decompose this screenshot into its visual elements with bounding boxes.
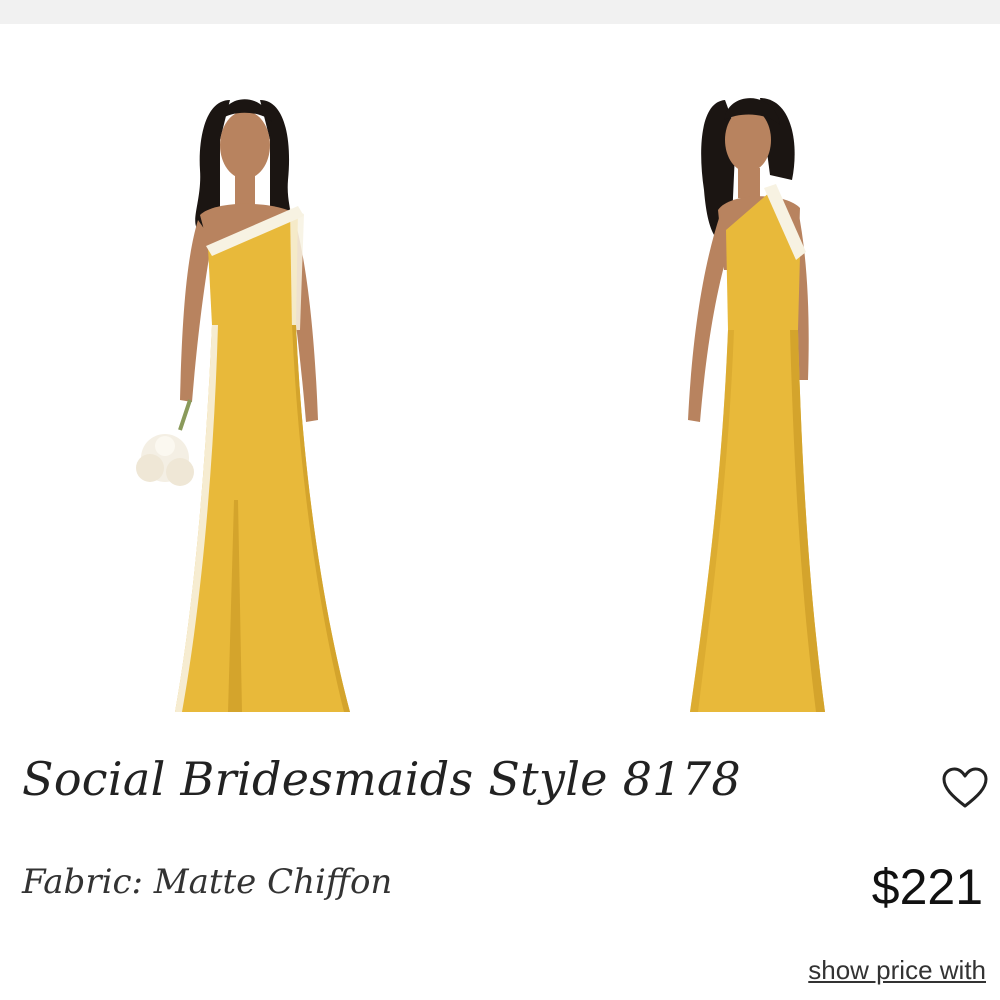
- show-price-link[interactable]: show price with: [808, 955, 986, 986]
- product-image-front[interactable]: [120, 80, 370, 730]
- dress-back-illustration: [688, 98, 825, 712]
- product-title: Social Bridesmaids Style 8178: [22, 752, 741, 806]
- fabric-label: Fabric: Matte Chiffon: [22, 862, 393, 902]
- product-price: $221: [871, 859, 983, 915]
- dress-front-illustration: [136, 99, 350, 712]
- top-bar: [0, 0, 1000, 24]
- product-image-back[interactable]: [640, 80, 860, 730]
- heart-icon[interactable]: [940, 765, 990, 810]
